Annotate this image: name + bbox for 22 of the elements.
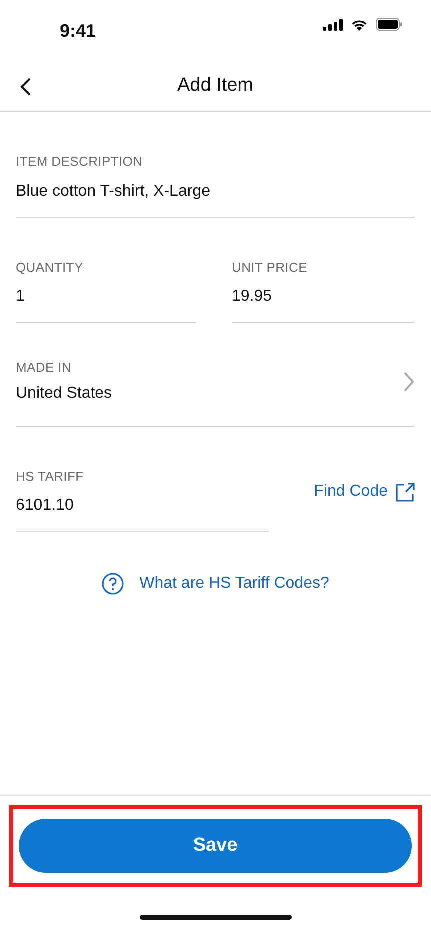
- help-icon: [102, 573, 124, 595]
- select-value[interactable]: United States: [16, 382, 403, 406]
- field-label: HS TARIFF: [16, 468, 85, 486]
- input-field[interactable]: 1: [16, 285, 196, 309]
- input-field[interactable]: 19.95: [232, 285, 415, 309]
- field-label: QUANTITY: [16, 258, 84, 276]
- wifi-icon: [351, 18, 368, 30]
- battery-icon: [376, 18, 403, 31]
- save-button[interactable]: Save: [19, 819, 412, 873]
- input-field[interactable]: 6101.10: [16, 494, 269, 518]
- help-link[interactable]: What are HS Tariff Codes?: [102, 572, 330, 596]
- back-icon: [20, 76, 32, 96]
- find-code-link[interactable]: Find Code: [314, 480, 415, 504]
- field-label: UNIT PRICE: [232, 258, 308, 276]
- input-field[interactable]: Blue cotton T-shirt, X-Large: [16, 180, 415, 204]
- screen-title: Add Item: [177, 75, 254, 96]
- external-link-icon: [396, 482, 415, 502]
- back-button[interactable]: [20, 76, 32, 96]
- field-label: ITEM DESCRIPTION: [16, 153, 144, 171]
- signal-icon: [323, 18, 343, 30]
- field-label: MADE IN: [16, 359, 73, 377]
- status-time: 9:41: [60, 20, 96, 43]
